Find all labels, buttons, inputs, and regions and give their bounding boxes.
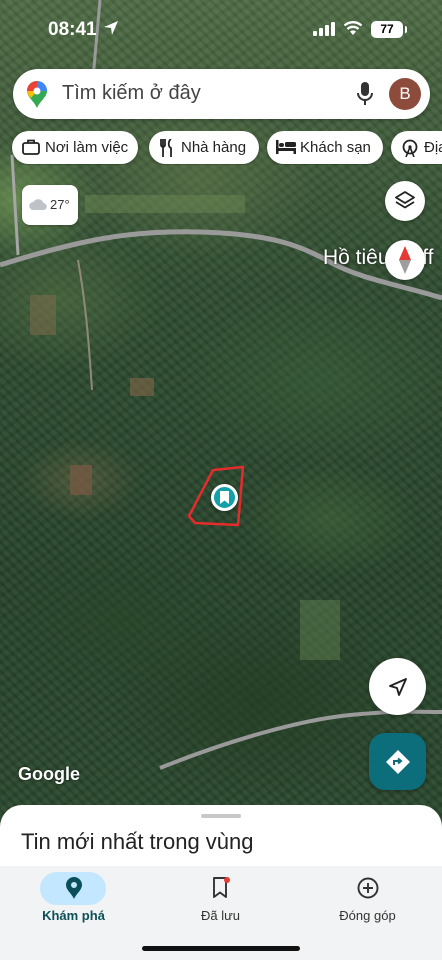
directions-icon <box>385 749 410 774</box>
west-road <box>10 154 20 256</box>
search-bar[interactable]: Tìm kiếm ở đây B <box>13 69 430 119</box>
field-patch <box>85 195 245 213</box>
chip-label: Nơi làm việc <box>45 139 129 156</box>
chip-restaurants[interactable]: Nhà hàng <box>149 131 259 164</box>
bookmark-pin-icon[interactable] <box>211 484 238 511</box>
google-maps-logo-icon <box>27 81 47 108</box>
status-time: 08:41 <box>48 19 97 40</box>
nav-label: Khám phá <box>42 908 105 923</box>
plus-circle-icon <box>357 877 378 899</box>
cellular-signal-icon <box>313 22 335 36</box>
chip-attractions[interactable]: Địa <box>391 131 442 164</box>
chip-label: Địa <box>424 139 442 156</box>
location-arrow-icon <box>104 21 118 35</box>
chip-label: Nhà hàng <box>181 139 247 156</box>
field-patch <box>300 600 340 660</box>
fork-knife-icon <box>160 139 172 157</box>
bookmark-icon <box>212 877 230 898</box>
layers-icon <box>395 191 415 209</box>
dirt-track <box>77 259 93 391</box>
location-pin-icon <box>65 877 82 899</box>
nav-explore[interactable]: Khám phá <box>0 866 147 946</box>
layers-button[interactable] <box>385 181 425 221</box>
nav-saved[interactable]: Đã lưu <box>147 866 294 946</box>
field-patch <box>130 378 154 396</box>
temperature: 27° <box>50 197 70 212</box>
compass-button[interactable] <box>385 240 425 280</box>
microphone-icon[interactable] <box>357 82 373 106</box>
wifi-icon <box>343 21 363 35</box>
home-indicator[interactable] <box>142 946 300 951</box>
nav-label: Đã lưu <box>200 908 241 923</box>
search-input[interactable]: Tìm kiếm ở đây <box>62 82 201 105</box>
sheet-drag-handle[interactable] <box>201 814 241 818</box>
avatar[interactable]: B <box>389 78 421 110</box>
weather-chip[interactable]: 27° <box>22 185 78 225</box>
field-patch <box>30 295 56 335</box>
ferris-wheel-icon <box>402 139 418 157</box>
chip-label: Khách sạn <box>300 139 371 156</box>
compass-icon <box>399 246 411 274</box>
chip-workplace[interactable]: Nơi làm việc <box>12 131 138 164</box>
directions-button[interactable] <box>369 733 426 790</box>
navigation-arrow-icon <box>388 677 407 696</box>
nav-contribute[interactable]: Đóng góp <box>294 866 441 946</box>
status-bar: 08:41 77 <box>0 0 442 60</box>
chip-hotels[interactable]: Khách sạn <box>267 131 383 164</box>
battery-icon: 77 <box>371 21 407 38</box>
my-location-button[interactable] <box>369 658 426 715</box>
nav-label: Đóng góp <box>339 908 396 923</box>
field-patch <box>70 465 92 495</box>
bed-icon <box>276 140 296 154</box>
cloud-icon <box>29 199 47 210</box>
google-attribution: Google <box>18 764 80 784</box>
category-chips: Nơi làm việc Nhà hàng Khách sạn Địa <box>0 131 442 165</box>
sheet-title: Tin mới nhất trong vùng <box>21 829 254 854</box>
briefcase-icon <box>22 139 40 155</box>
